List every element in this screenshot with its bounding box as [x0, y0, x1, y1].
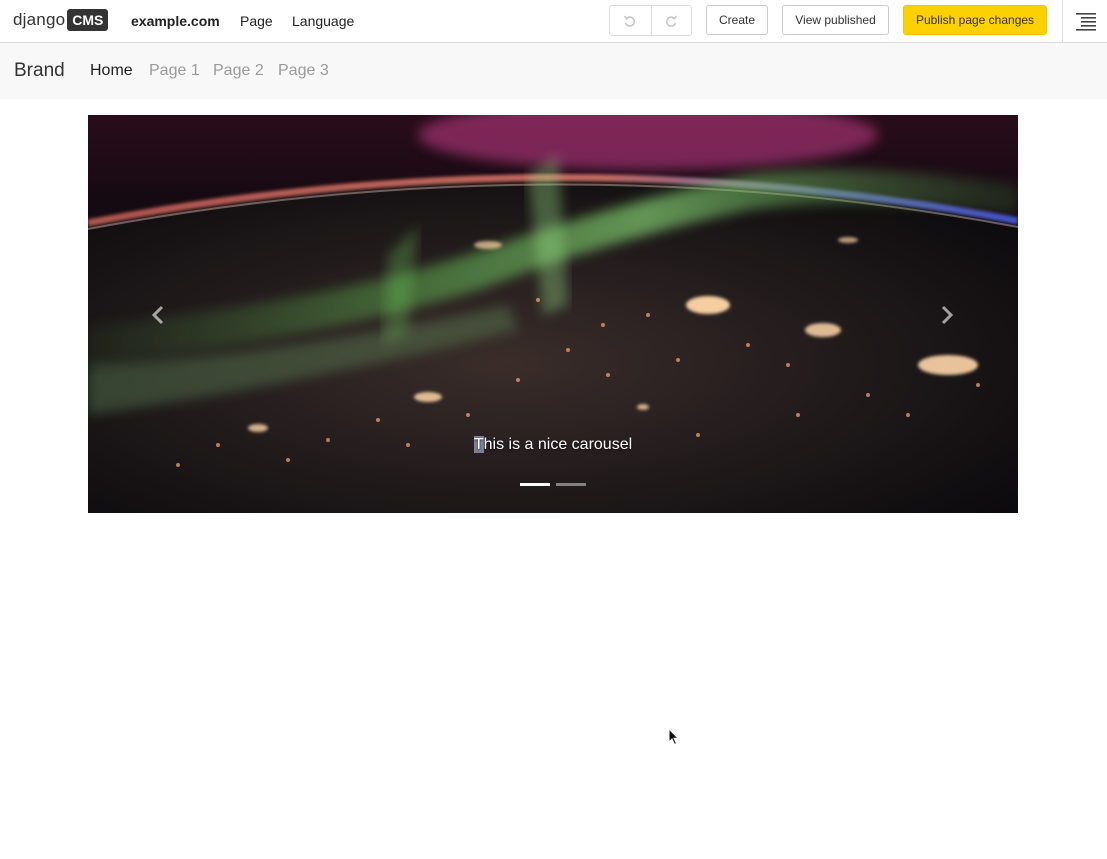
carousel-indicator-1[interactable]	[520, 483, 550, 486]
redo-button[interactable]	[650, 6, 692, 35]
django-cms-logo[interactable]: django CMS	[13, 8, 109, 32]
redo-icon	[666, 14, 678, 27]
language-menu[interactable]: Language	[292, 0, 354, 42]
undo-redo-group	[609, 5, 692, 36]
nav-item-page-1[interactable]: Page 1	[149, 62, 200, 80]
nav-item-page-2[interactable]: Page 2	[213, 62, 264, 80]
carousel-prev-control[interactable]	[143, 301, 173, 329]
structure-mode-icon	[1076, 13, 1096, 31]
brand-link[interactable]: Brand	[14, 60, 65, 82]
structure-mode-button[interactable]	[1075, 11, 1097, 31]
carousel-next-control[interactable]	[932, 301, 962, 329]
page-menu[interactable]: Page	[240, 0, 273, 42]
carousel-caption[interactable]: This is a nice carousel	[88, 436, 1018, 454]
toolbar-divider	[1062, 0, 1063, 42]
caption-text: his is a nice carousel	[483, 436, 633, 453]
nav-item-home[interactable]: Home	[90, 62, 133, 80]
chevron-right-icon	[941, 305, 954, 325]
chevron-left-icon	[151, 305, 164, 325]
cms-toolbar: django CMS example.com Page Language Cre…	[0, 0, 1107, 43]
publish-page-changes-button[interactable]: Publish page changes	[903, 5, 1047, 35]
view-published-button[interactable]: View published	[782, 5, 889, 35]
site-menu[interactable]: example.com	[131, 0, 220, 42]
caption-selection: T	[473, 436, 484, 453]
create-button[interactable]: Create	[706, 5, 768, 35]
carousel-indicator-2[interactable]	[556, 483, 586, 486]
carousel[interactable]: This is a nice carousel	[88, 115, 1018, 513]
undo-icon	[624, 14, 636, 27]
mouse-pointer-icon	[668, 728, 680, 746]
logo-text: django	[13, 10, 66, 29]
nav-item-page-3[interactable]: Page 3	[278, 62, 329, 80]
undo-button[interactable]	[610, 6, 651, 35]
logo-badge: CMS	[67, 9, 109, 31]
site-navbar: Brand Home Page 1 Page 2 Page 3	[0, 43, 1107, 99]
carousel-indicators	[520, 483, 586, 486]
